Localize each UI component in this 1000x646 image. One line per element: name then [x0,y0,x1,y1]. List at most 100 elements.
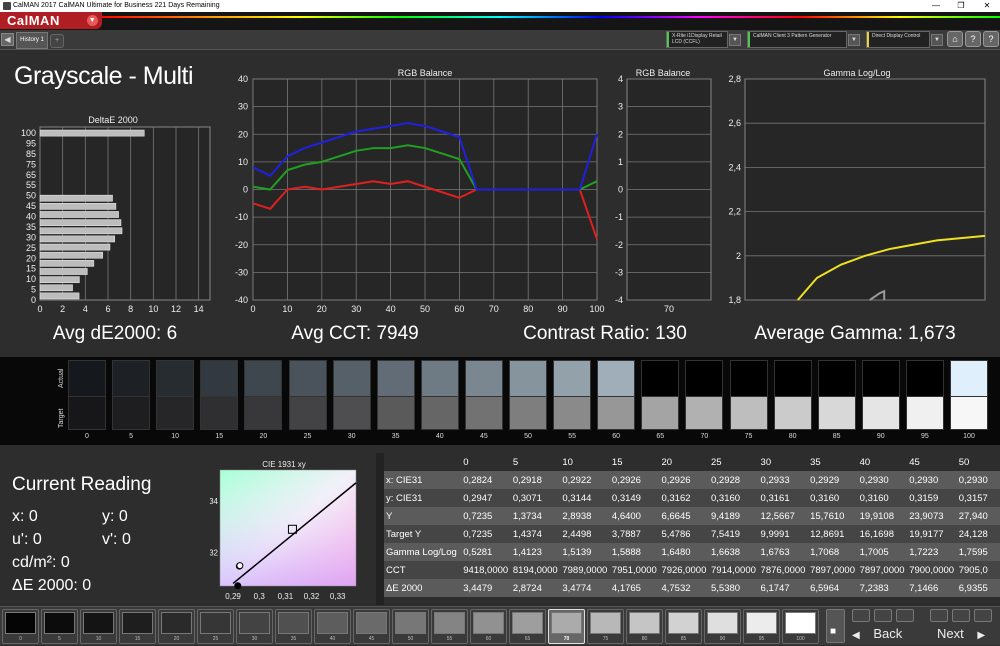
pattern-swatch-35[interactable]: 35 [275,609,312,644]
pattern-swatch-30[interactable]: 30 [236,609,273,644]
table-cell: 0,3149 [609,489,660,507]
rgb-chart-title: RGB Balance [398,68,453,78]
next-icon: ▶ [977,630,986,641]
column-header: 0 [461,453,511,471]
table-cell: 4,6400 [609,507,660,525]
stop-button[interactable]: ■ [826,609,845,643]
swatch-label: 35 [290,636,297,642]
rgb-bar-y-tick: 3 [618,102,623,112]
actual-swatch [685,360,724,398]
pattern-swatch-50[interactable]: 50 [392,609,429,644]
actual-swatch [553,360,592,398]
target-swatch [509,396,547,430]
rgb-x-tick: 40 [386,304,396,314]
pattern-swatch-0[interactable]: 0 [2,609,39,644]
tool-button-2[interactable] [874,609,892,622]
swatch-label: 15 [215,433,224,440]
swatch-color [5,612,36,634]
rgb-y-tick: 20 [238,129,248,139]
tool-button-4[interactable] [930,609,948,622]
tool-button-6[interactable] [974,609,992,622]
table-cell: 0,2933 [758,471,809,489]
de-x-tick: 0 [37,304,42,314]
de-y-tick: 20 [26,253,36,263]
pattern-swatch-5[interactable]: 5 [41,609,78,644]
swatch-label: 0 [19,636,22,642]
table-row: CCT 9418,0000 8194,0000 7989,0000 7951,0000 7… [384,561,1000,579]
swatch-label: 40 [435,433,444,440]
pattern-swatch-70[interactable]: 70 [548,609,585,644]
target-swatch [112,396,151,430]
de-bar [39,227,123,235]
pattern-swatch-15[interactable]: 15 [119,609,156,644]
table-cell: 7914,0000 [709,561,759,579]
back-button[interactable]: ◀ Back [852,624,922,644]
gamma-y-tick: 2,8 [728,74,741,84]
pattern-swatch-65[interactable]: 65 [509,609,546,644]
pattern-swatch-25[interactable]: 25 [197,609,234,644]
table-cell: 19,9108 [857,507,908,525]
de-x-tick: 14 [194,304,204,314]
tool-button-1[interactable] [852,609,870,622]
cie-x-tick: 0,31 [278,592,294,601]
column-header: 30 [758,453,809,471]
swatch-label: 40 [329,636,336,642]
table-cell: 0,2922 [560,471,610,489]
tool-button-3[interactable] [896,609,914,622]
de-y-tick: 95 [26,138,36,148]
table-cell: 15,7610 [808,507,858,525]
table-cell: 2,8938 [560,507,610,525]
column-header: 50 [956,453,1000,471]
target-swatch [641,396,680,430]
pattern-swatch-10[interactable]: 10 [80,609,117,644]
rgb-x-tick: 30 [351,304,361,314]
table-cell: 4,1765 [609,579,660,597]
table-cell: 7951,0000 [609,561,660,579]
de-y-tick: 45 [26,201,36,211]
pattern-swatch-55[interactable]: 55 [431,609,468,644]
swatch-color [395,612,426,634]
cie-x-tick: 0,32 [304,592,320,601]
swatch-label: 90 [719,636,726,642]
tool-button-5[interactable] [952,609,970,622]
pattern-swatch-40[interactable]: 40 [314,609,351,644]
table-row: Gamma Log/Log 0,5281 1,4123 1,5139 1,5888 1,6… [384,543,1000,561]
swatch-color [707,612,738,634]
swatch-label: 20 [259,433,268,440]
rgb-y-tick: -40 [235,295,248,305]
table-scroll-strip[interactable] [376,453,384,605]
swatch-color [200,612,231,634]
table-cell: 7989,0000 [560,561,610,579]
swatch-label: 80 [641,636,648,642]
table-cell: 5,5380 [709,579,759,597]
actual-swatch [420,360,459,398]
cie-x-tick: 0,33 [330,592,346,601]
pattern-swatch-100[interactable]: 100 [782,609,819,644]
reading-u: u': 0 [12,531,42,548]
gamma-y-tick: 1,8 [728,295,741,305]
rgb-bar-y-tick: -2 [615,240,623,250]
pattern-swatch-95[interactable]: 95 [743,609,780,644]
row-header: x: CIE31 [384,471,462,489]
pattern-swatch-45[interactable]: 45 [353,609,390,644]
table-cell: 0,2930 [956,471,1000,489]
row-header: Target Y [384,525,462,543]
de-y-tick: 75 [26,159,36,169]
rgb-bar-y-tick: 2 [618,129,623,139]
next-button[interactable]: Next ▶ [937,624,1000,644]
pattern-swatch-60[interactable]: 60 [470,609,507,644]
actual-swatch [817,360,856,398]
pattern-swatch-20[interactable]: 20 [158,609,195,644]
table-cell: 6,9355 [956,579,1000,597]
swatch-label: 85 [680,636,687,642]
target-label: Target [58,408,65,428]
reading-y: y: 0 [102,508,128,525]
pattern-swatch-85[interactable]: 85 [665,609,702,644]
pattern-swatch-75[interactable]: 75 [587,609,624,644]
swatch-label: 0 [85,433,89,440]
swatch-color [785,612,816,634]
de-bar [39,211,119,218]
pattern-swatch-80[interactable]: 80 [626,609,663,644]
table-cell: 2,8724 [510,579,561,597]
pattern-swatch-90[interactable]: 90 [704,609,741,644]
